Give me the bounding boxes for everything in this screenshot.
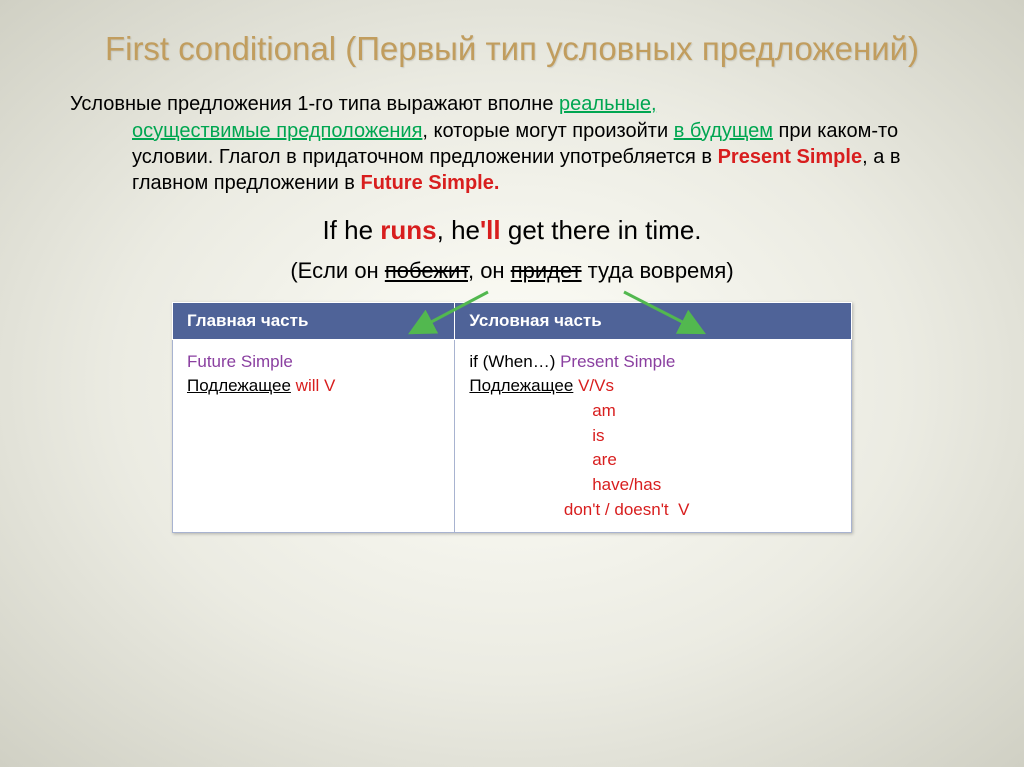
verb-pattern: am xyxy=(469,401,615,420)
example-text: , he xyxy=(437,215,480,245)
translation-text: (Если он xyxy=(290,258,385,283)
verb-pattern: is xyxy=(469,426,604,445)
example-text: If he xyxy=(322,215,380,245)
example-verb: runs xyxy=(380,215,436,245)
slide-title: First conditional (Первый тип условных п… xyxy=(70,28,954,69)
verb-pattern: V/Vs xyxy=(573,376,614,395)
description-paragraph: Условные предложения 1-го типа выражают … xyxy=(70,91,954,197)
grammar-table: Главная часть Условная часть Future Simp… xyxy=(172,302,852,533)
para-highlight: осуществимые предположения xyxy=(132,120,422,142)
tense-label: Present Simple xyxy=(718,146,863,168)
subject-label: Подлежащее xyxy=(187,376,291,395)
tense-label: Future Simple. xyxy=(360,172,499,194)
table-cell-main: Future Simple Подлежащее will V xyxy=(173,339,455,532)
subject-label: Подлежащее xyxy=(469,376,573,395)
table-row: Future Simple Подлежащее will V if (When… xyxy=(173,339,852,532)
tense-label: Present Simple xyxy=(560,352,675,371)
table-header-row: Главная часть Условная часть xyxy=(173,302,852,339)
para-highlight: реальные, xyxy=(559,93,657,115)
slide: First conditional (Первый тип условных п… xyxy=(0,0,1024,573)
translation-strike: побежит xyxy=(385,258,468,283)
translation-strike: придет xyxy=(511,258,582,283)
tense-label: Future Simple xyxy=(187,352,293,371)
example-verb: 'll xyxy=(480,215,501,245)
para-text: Условные предложения 1-го типа выражают … xyxy=(70,93,559,115)
verb-pattern: have/has xyxy=(469,475,661,494)
translation-text: , он xyxy=(468,258,511,283)
arrow-left-icon xyxy=(408,288,498,338)
para-highlight: в будущем xyxy=(674,120,773,142)
verb-pattern: will V xyxy=(291,376,335,395)
verb-pattern: are xyxy=(469,450,616,469)
example-sentence: If he runs, he'll get there in time. xyxy=(70,215,954,246)
translation-text: туда вовремя) xyxy=(582,258,734,283)
verb-pattern: don't / doesn't V xyxy=(469,500,689,519)
conj-label: if (When…) xyxy=(469,352,560,371)
para-text: , которые могут произойти xyxy=(422,120,673,142)
translation-sentence: (Если он побежит, он придет туда вовремя… xyxy=(70,258,954,284)
table-cell-conditional: if (When…) Present Simple Подлежащее V/V… xyxy=(455,339,852,532)
example-text: get there in time. xyxy=(501,215,702,245)
arrow-right-icon xyxy=(618,288,708,338)
